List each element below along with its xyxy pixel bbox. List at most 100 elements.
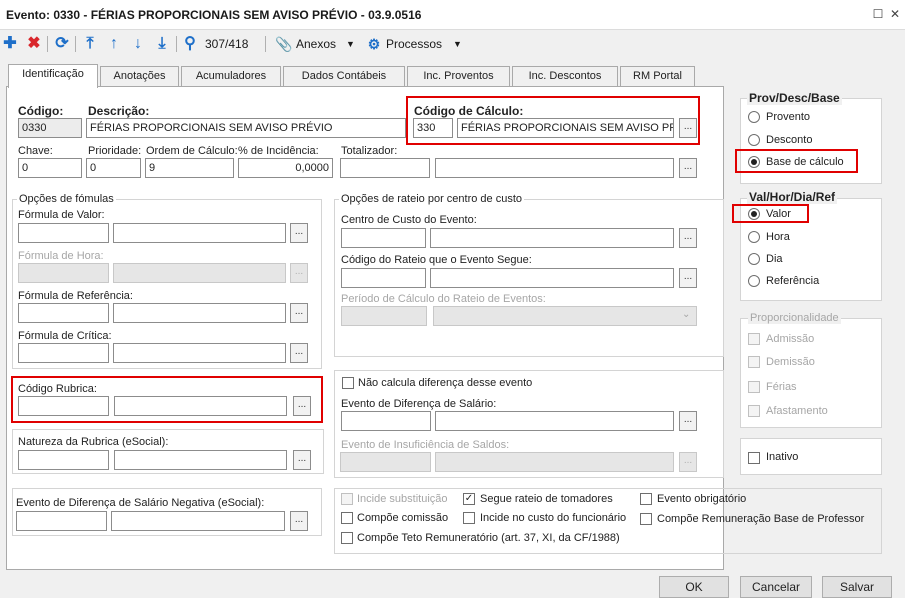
tab-identificacao[interactable]: Identificação <box>8 64 98 88</box>
title-bar: Evento: 0330 - FÉRIAS PROPORCIONAIS SEM … <box>0 0 905 30</box>
formula-valor-desc-input[interactable] <box>113 223 286 243</box>
previous-record-icon[interactable]: ↑ <box>104 34 124 54</box>
natureza-code-input[interactable] <box>18 450 109 470</box>
segue-rateio-checkbox[interactable]: ✓ <box>463 493 475 505</box>
next-record-icon[interactable]: ↓ <box>128 34 148 54</box>
descricao-input[interactable]: FÉRIAS PROPORCIONAIS SEM AVISO PRÉVIO <box>86 118 406 138</box>
compoe-comissao-label: Compõe comissão <box>357 512 449 524</box>
prioridade-input[interactable]: 0 <box>86 158 141 178</box>
paperclip-icon[interactable]: 📎 <box>274 34 294 54</box>
formula-referencia-code-input[interactable] <box>18 303 109 323</box>
formula-hora-lookup-button: ... <box>290 263 308 283</box>
dia-radio[interactable] <box>748 253 760 265</box>
desconto-radio[interactable] <box>748 134 760 146</box>
formula-critica-lookup-button[interactable]: ... <box>290 343 308 363</box>
refresh-icon[interactable]: ⟳ <box>52 34 72 54</box>
rateio-group-title: Opções de rateio por centro de custo <box>339 193 524 205</box>
codigo-rubrica-desc-input[interactable] <box>114 396 287 416</box>
referencia-radio[interactable] <box>748 275 760 287</box>
evento-obrigatorio-label: Evento obrigatório <box>657 493 747 505</box>
provento-radio[interactable] <box>748 111 760 123</box>
evento-diferenca-desc-input[interactable] <box>435 411 674 431</box>
inativo-checkbox[interactable] <box>748 452 760 464</box>
delete-icon[interactable]: ✖ <box>24 34 44 54</box>
centro-custo-desc-input[interactable] <box>430 228 674 248</box>
codigo-rateio-code-input[interactable] <box>341 268 426 288</box>
tab-dados-contabeis[interactable]: Dados Contábeis <box>283 66 405 86</box>
centro-custo-code-input[interactable] <box>341 228 426 248</box>
anexos-menu[interactable]: Anexos <box>296 37 336 51</box>
valor-radio[interactable] <box>748 208 760 220</box>
tab-anotacoes[interactable]: Anotações <box>100 66 179 86</box>
incidencia-label: % de Incidência: <box>238 145 319 157</box>
close-icon[interactable]: ✕ <box>887 6 903 22</box>
totalizador-desc-input[interactable] <box>435 158 674 178</box>
compoe-comissao-checkbox[interactable] <box>341 512 353 524</box>
formula-hora-desc-input <box>113 263 286 283</box>
chevron-down-icon[interactable]: ▼ <box>453 39 462 49</box>
compoe-remun-professor-checkbox[interactable] <box>640 513 652 525</box>
natureza-desc-input[interactable] <box>114 450 287 470</box>
incide-custo-checkbox[interactable] <box>463 512 475 524</box>
codigo-calculo-desc-input[interactable]: FÉRIAS PROPORCIONAIS SEM AVISO PR <box>457 118 674 138</box>
demissao-label: Demissão <box>766 356 815 368</box>
provento-label: Provento <box>766 111 811 123</box>
last-record-icon[interactable]: ⤓ <box>152 34 172 54</box>
codigo-rateio-lookup-button[interactable]: ... <box>679 268 697 288</box>
tab-acumuladores[interactable]: Acumuladores <box>181 66 281 86</box>
formula-referencia-lookup-button[interactable]: ... <box>290 303 308 323</box>
formula-valor-code-input[interactable] <box>18 223 109 243</box>
toolbar-separator <box>75 36 76 52</box>
incide-substituicao-checkbox <box>341 493 353 505</box>
periodo-calculo-label: Período de Cálculo do Rateio de Eventos: <box>341 293 546 305</box>
tab-inc-descontos[interactable]: Inc. Descontos <box>512 66 618 86</box>
cancel-button[interactable]: Cancelar <box>740 576 812 598</box>
codigo-calculo-label: Código de Cálculo: <box>414 104 524 118</box>
codigo-rubrica-lookup-button[interactable]: ... <box>293 396 311 416</box>
dif-negativa-code-input[interactable] <box>16 511 107 531</box>
tab-inc-proventos[interactable]: Inc. Proventos <box>407 66 510 86</box>
totalizador-label: Totalizador: <box>341 145 398 157</box>
ferias-label: Férias <box>766 381 797 393</box>
chevron-down-icon: ⌄ <box>682 309 691 320</box>
search-icon[interactable]: ⚲ <box>180 34 200 54</box>
codigo-calculo-lookup-button[interactable]: ... <box>679 118 697 138</box>
formula-critica-code-input[interactable] <box>18 343 109 363</box>
tab-rm-portal[interactable]: RM Portal <box>620 66 695 86</box>
totalizador-code-input[interactable] <box>340 158 430 178</box>
codigo-input[interactable]: 0330 <box>18 118 82 138</box>
dif-negativa-desc-input[interactable] <box>111 511 285 531</box>
formulas-group-title: Opções de fómulas <box>17 193 116 205</box>
codigo-calculo-code-input[interactable]: 330 <box>413 118 453 138</box>
maximize-icon[interactable]: ☐ <box>870 6 886 22</box>
incidencia-input[interactable]: 0,0000 <box>238 158 333 178</box>
compoe-teto-checkbox[interactable] <box>341 532 353 544</box>
formula-hora-code-input <box>18 263 109 283</box>
hora-radio[interactable] <box>748 231 760 243</box>
add-icon[interactable]: ✚ <box>0 34 20 54</box>
processos-menu[interactable]: Processos <box>386 37 442 51</box>
evento-diferenca-code-input[interactable] <box>341 411 431 431</box>
formula-referencia-desc-input[interactable] <box>113 303 286 323</box>
formula-valor-lookup-button[interactable]: ... <box>290 223 308 243</box>
ordem-calculo-input[interactable]: 9 <box>145 158 234 178</box>
first-record-icon[interactable]: ⤒ <box>80 34 100 54</box>
codigo-rubrica-code-input[interactable] <box>18 396 109 416</box>
formula-critica-desc-input[interactable] <box>113 343 286 363</box>
evento-diferenca-label: Evento de Diferença de Salário: <box>341 398 497 410</box>
evento-diferenca-lookup-button[interactable]: ... <box>679 411 697 431</box>
chevron-down-icon[interactable]: ▼ <box>346 39 355 49</box>
base-calculo-radio[interactable] <box>748 156 760 168</box>
dif-negativa-label: Evento de Diferença de Salário Negativa … <box>16 497 265 509</box>
dif-negativa-lookup-button[interactable]: ... <box>290 511 308 531</box>
gear-icon[interactable]: ⚙ <box>364 34 384 54</box>
codigo-rateio-desc-input[interactable] <box>430 268 674 288</box>
evento-obrigatorio-checkbox[interactable] <box>640 493 652 505</box>
ok-button[interactable]: OK <box>659 576 729 598</box>
totalizador-lookup-button[interactable]: ... <box>679 158 697 178</box>
nao-calcula-diferenca-checkbox[interactable] <box>342 377 354 389</box>
chave-input[interactable]: 0 <box>18 158 82 178</box>
natureza-lookup-button[interactable]: ... <box>293 450 311 470</box>
save-button[interactable]: Salvar <box>822 576 892 598</box>
centro-custo-lookup-button[interactable]: ... <box>679 228 697 248</box>
